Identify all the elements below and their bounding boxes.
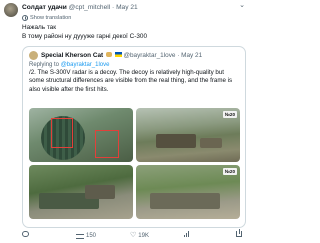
show-translation-label: Show translation: [30, 15, 72, 21]
replying-to-handle[interactable]: @bayraktar_1love: [61, 62, 110, 68]
tweet-date[interactable]: May 21: [116, 4, 138, 11]
heart-icon: ♡: [130, 232, 137, 239]
quote-header-separator: ·: [177, 51, 180, 59]
debris-graphic: [85, 185, 115, 199]
quote-header: Special Kherson Cat @bayraktar_1love · M…: [41, 51, 241, 61]
replying-to: Replying to @bayraktar_1love: [29, 61, 110, 69]
media-badge: №20: [222, 111, 237, 118]
tweet-text: Нажаль так В тому районі ну дуууже гарні…: [22, 24, 244, 41]
media-image-1[interactable]: [29, 108, 133, 162]
quote-text: /2. The S-300V radar is a decoy. The dec…: [29, 69, 233, 93]
views-icon: [184, 231, 189, 237]
reply-icon: [22, 231, 29, 237]
media-image-2[interactable]: №20: [136, 108, 240, 162]
quote-author-avatar: [29, 51, 38, 60]
debris-graphic: [150, 193, 220, 209]
retweet-button[interactable]: 150: [76, 231, 96, 241]
retweet-icon: [76, 233, 84, 239]
media-image-4[interactable]: №20: [136, 165, 240, 219]
more-options-icon[interactable]: ⌄: [239, 1, 245, 9]
quote-date: May 21: [181, 51, 203, 59]
like-button[interactable]: ♡ 19K: [130, 231, 149, 241]
tweet-header: Солдат удачи @cpt_mitchell · May 21: [22, 3, 246, 13]
highlight-box: [51, 118, 73, 148]
header-separator: ·: [112, 4, 115, 11]
media-image-3[interactable]: [29, 165, 133, 219]
ukraine-flag-icon: [114, 52, 122, 57]
globe-icon: [22, 15, 28, 21]
reply-button[interactable]: [22, 231, 31, 237]
share-icon: [236, 229, 242, 237]
share-button[interactable]: [236, 229, 242, 237]
replying-to-prefix: Replying to: [29, 62, 60, 68]
views-button[interactable]: [184, 231, 191, 237]
author-name[interactable]: Солдат удачи: [22, 4, 67, 11]
author-handle[interactable]: @cpt_mitchell: [69, 4, 111, 11]
author-avatar[interactable]: [4, 3, 18, 17]
tweet-text-line-2: В тому районі ну дуууже гарні декої С-30…: [22, 32, 148, 40]
show-translation-link[interactable]: Show translation: [22, 14, 71, 22]
quote-author-name: Special Kherson Cat: [41, 51, 104, 59]
retweet-count: 150: [86, 233, 97, 239]
quoted-tweet[interactable]: Special Kherson Cat @bayraktar_1love · M…: [22, 46, 246, 228]
quote-author-handle: @bayraktar_1love: [123, 51, 176, 59]
debris-graphic: [200, 138, 222, 148]
media-badge: №20: [222, 168, 237, 175]
cat-emoji-icon: [105, 52, 112, 57]
debris-graphic: [156, 134, 196, 148]
highlight-box: [95, 130, 119, 158]
tweet-actions: 150 ♡ 19K: [22, 229, 246, 241]
tweet-text-line-1: Нажаль так: [22, 24, 57, 31]
like-count: 19K: [138, 233, 149, 239]
